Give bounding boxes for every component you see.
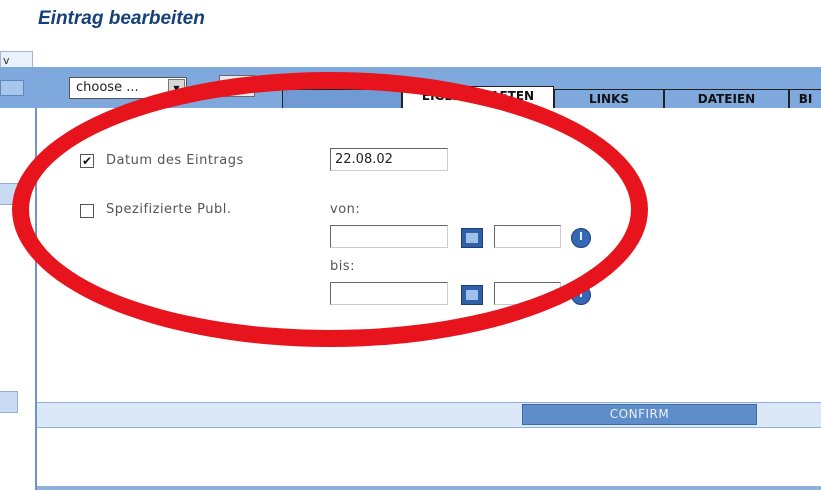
tab-dateien[interactable]: DATEIEN xyxy=(664,89,789,108)
confirm-button[interactable]: CONFIRM xyxy=(522,404,757,425)
datum-input[interactable]: 22.08.02 xyxy=(330,148,448,171)
calendar-icon[interactable] xyxy=(461,285,483,305)
publ-checkbox[interactable] xyxy=(80,204,94,218)
datum-label: Datum des Eintrags xyxy=(106,153,244,168)
tab-bi[interactable]: BI xyxy=(789,89,821,108)
bottom-divider xyxy=(37,486,821,490)
tab-blank[interactable] xyxy=(282,89,402,108)
calendar-icon[interactable] xyxy=(461,228,483,248)
clock-icon[interactable] xyxy=(571,285,591,305)
page-title: Eintrag bearbeiten xyxy=(38,8,205,29)
publ-label: Spezifizierte Publ. xyxy=(106,202,232,217)
bis-time-input[interactable] xyxy=(494,282,561,305)
tab-eigenschaften[interactable]: EIGENSCHAFTEN xyxy=(402,86,554,108)
von-date-input[interactable] xyxy=(330,225,448,248)
clock-icon[interactable] xyxy=(571,228,591,248)
ok-button[interactable]: OK xyxy=(219,75,255,97)
sidebar-button[interactable] xyxy=(0,80,24,96)
dropdown-arrow-icon[interactable]: ▼ xyxy=(168,79,185,97)
von-time-input[interactable] xyxy=(494,225,561,248)
choose-select-value: choose ... xyxy=(76,80,139,95)
choose-select[interactable]: choose ... ▼ xyxy=(69,77,187,99)
bis-label: bis: xyxy=(330,259,356,274)
tab-bar: EIGENSCHAFTEN LINKS DATEIEN BI xyxy=(282,86,821,108)
sidebar-marker[interactable] xyxy=(0,183,18,205)
bis-date-input[interactable] xyxy=(330,282,448,305)
von-label: von: xyxy=(330,202,361,217)
datum-checkbox[interactable]: ✔ xyxy=(80,154,94,168)
tab-links[interactable]: LINKS xyxy=(554,89,664,108)
sidebar-marker[interactable] xyxy=(0,391,18,413)
